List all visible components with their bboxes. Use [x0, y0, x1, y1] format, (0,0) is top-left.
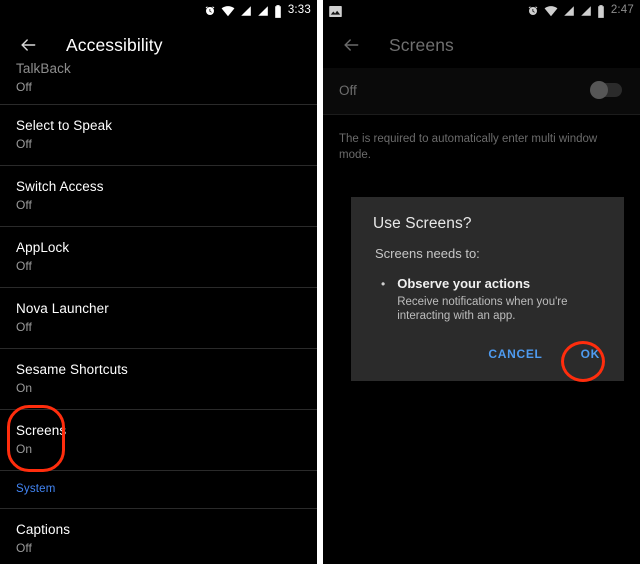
dialog-title: Use Screens?: [373, 215, 472, 232]
image-icon: [329, 5, 342, 17]
dual-screenshot-container: 3:33 Accessibility TalkBack Off Select t…: [0, 0, 640, 564]
section-header-system: System: [0, 471, 317, 509]
left-status-bar-system-icons: 3:33: [204, 4, 311, 18]
dialog-lead-text: Screens needs to:: [375, 246, 480, 261]
page-title: Accessibility: [66, 34, 163, 55]
left-phone-panel: 3:33 Accessibility TalkBack Off Select t…: [0, 0, 317, 564]
page-title: Screens: [389, 34, 454, 55]
list-item-select-to-speak[interactable]: Select to Speak Off: [0, 105, 317, 166]
screens-toggle-switch[interactable]: [582, 81, 622, 99]
list-item-sesame-shortcuts[interactable]: Sesame Shortcuts On: [0, 349, 317, 410]
section-header-label: System: [16, 483, 56, 495]
screens-description-text: The is required to automatically enter m…: [339, 133, 598, 161]
switch-thumb: [590, 81, 608, 99]
alarm-icon: [528, 6, 538, 15]
accessibility-settings-list: TalkBack Off Select to Speak Off Switch …: [0, 59, 317, 564]
dialog-actions: CANCEL OK: [351, 323, 624, 373]
list-item-applock[interactable]: AppLock Off: [0, 227, 317, 288]
list-item-status: Off: [16, 259, 32, 273]
right-status-bar-notifications: [329, 5, 527, 17]
toggle-state-label: Off: [339, 82, 357, 98]
list-item-screens[interactable]: Screens On: [0, 410, 317, 471]
list-item-talkback[interactable]: TalkBack Off: [0, 59, 317, 105]
list-item-status: On: [16, 442, 33, 456]
signal-icon: [241, 6, 251, 16]
ok-button[interactable]: OK: [571, 341, 610, 367]
list-item-status: Off: [16, 137, 32, 151]
list-item-status: Off: [16, 541, 32, 555]
battery-icon: [275, 4, 281, 18]
right-app-bar: Screens: [323, 22, 640, 68]
list-item-status: Off: [16, 198, 32, 212]
screens-description-row: The is required to automatically enter m…: [323, 115, 640, 177]
wifi-icon: [221, 6, 235, 17]
screens-enable-row[interactable]: Off: [323, 68, 640, 115]
battery-icon: [598, 4, 604, 18]
right-status-bar: 2:47: [323, 0, 640, 22]
list-item-title: Screens: [16, 423, 67, 438]
permission-body: Receive notifications when you're intera…: [397, 296, 568, 322]
right-status-clock: 2:47: [610, 4, 634, 17]
list-item-title: Switch Access: [16, 179, 104, 194]
bullet-dot-icon: •: [381, 277, 386, 291]
list-item-captions[interactable]: Captions Off: [0, 509, 317, 564]
use-screens-permission-dialog: Use Screens? Screens needs to: • Observe…: [351, 197, 624, 381]
dialog-permission-bullet: • Observe your actions Receive notificat…: [351, 261, 624, 323]
left-status-clock: 3:33: [287, 4, 311, 17]
left-status-bar: 3:33: [0, 0, 317, 22]
signal-2-icon: [581, 6, 591, 16]
back-arrow-icon[interactable]: [14, 31, 42, 59]
list-item-nova-launcher[interactable]: Nova Launcher Off: [0, 288, 317, 349]
list-item-title: AppLock: [16, 240, 70, 255]
cancel-button[interactable]: CANCEL: [478, 341, 552, 367]
list-item-title: TalkBack: [16, 61, 71, 76]
right-status-bar-system-icons: 2:47: [527, 4, 634, 18]
list-item-title: Sesame Shortcuts: [16, 362, 128, 377]
list-item-title: Select to Speak: [16, 118, 113, 133]
list-item-status: Off: [16, 320, 32, 334]
list-item-status: On: [16, 381, 33, 395]
signal-2-icon: [258, 6, 268, 16]
signal-icon: [564, 6, 574, 16]
back-arrow-icon[interactable]: [337, 31, 365, 59]
list-item-status: Off: [16, 80, 32, 94]
alarm-icon: [205, 6, 215, 15]
list-item-title: Nova Launcher: [16, 301, 109, 316]
right-phone-panel: 2:47 Screens Off The is required to auto…: [323, 0, 640, 564]
list-item-switch-access[interactable]: Switch Access Off: [0, 166, 317, 227]
permission-title: Observe your actions: [397, 276, 531, 291]
list-item-title: Captions: [16, 522, 71, 537]
wifi-icon: [544, 6, 558, 17]
